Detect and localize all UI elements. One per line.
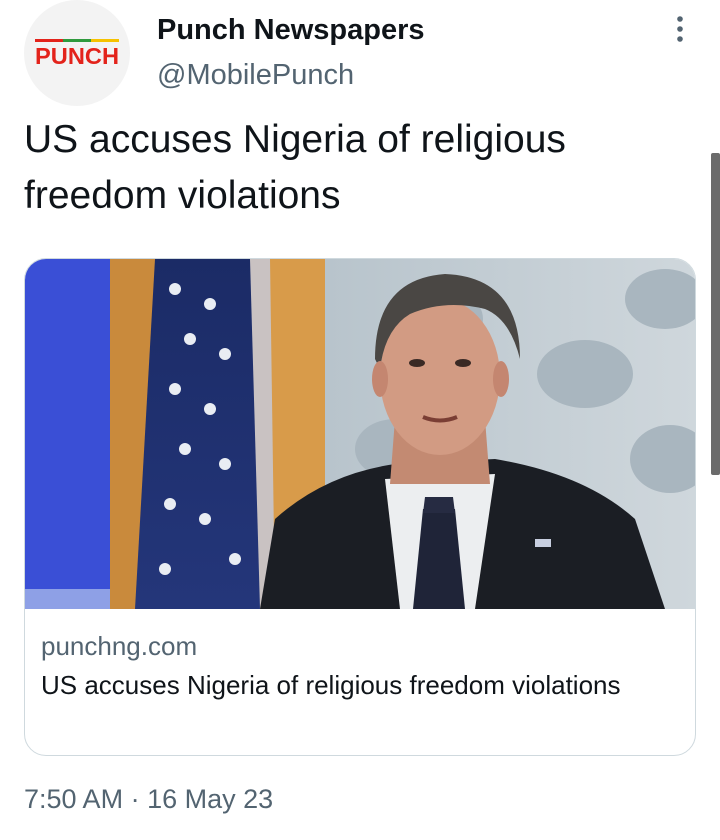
timestamp-time-link[interactable]: 7:50 AM (24, 784, 123, 814)
tweet-text: US accuses Nigeria of religious freedom … (24, 118, 566, 217)
card-domain: punchng.com (41, 631, 198, 661)
card-title: US accuses Nigeria of religious freedom … (41, 670, 621, 700)
link-card[interactable]: punchng.com US accuses Nigeria of religi… (24, 258, 696, 756)
tweet: PUNCH Punch Newspapers @MobilePunch US a… (0, 0, 720, 840)
author-handle[interactable]: @MobilePunch (157, 57, 354, 93)
author-name[interactable]: Punch Newspapers (157, 12, 425, 48)
card-image[interactable] (25, 259, 695, 609)
tweet-timestamp: 7:50 AM · 16 May 23 (24, 782, 273, 816)
more-options-button[interactable] (664, 12, 696, 48)
timestamp-separator: · (130, 784, 140, 814)
more-vertical-icon (677, 16, 683, 42)
scrollbar-thumb[interactable] (711, 153, 720, 475)
news-photo-icon (25, 259, 695, 609)
timestamp-date-link[interactable]: 16 May 23 (147, 784, 273, 814)
author-avatar[interactable]: PUNCH (24, 0, 130, 106)
avatar-logo-text: PUNCH (35, 43, 119, 69)
punch-logo: PUNCH (35, 39, 119, 69)
